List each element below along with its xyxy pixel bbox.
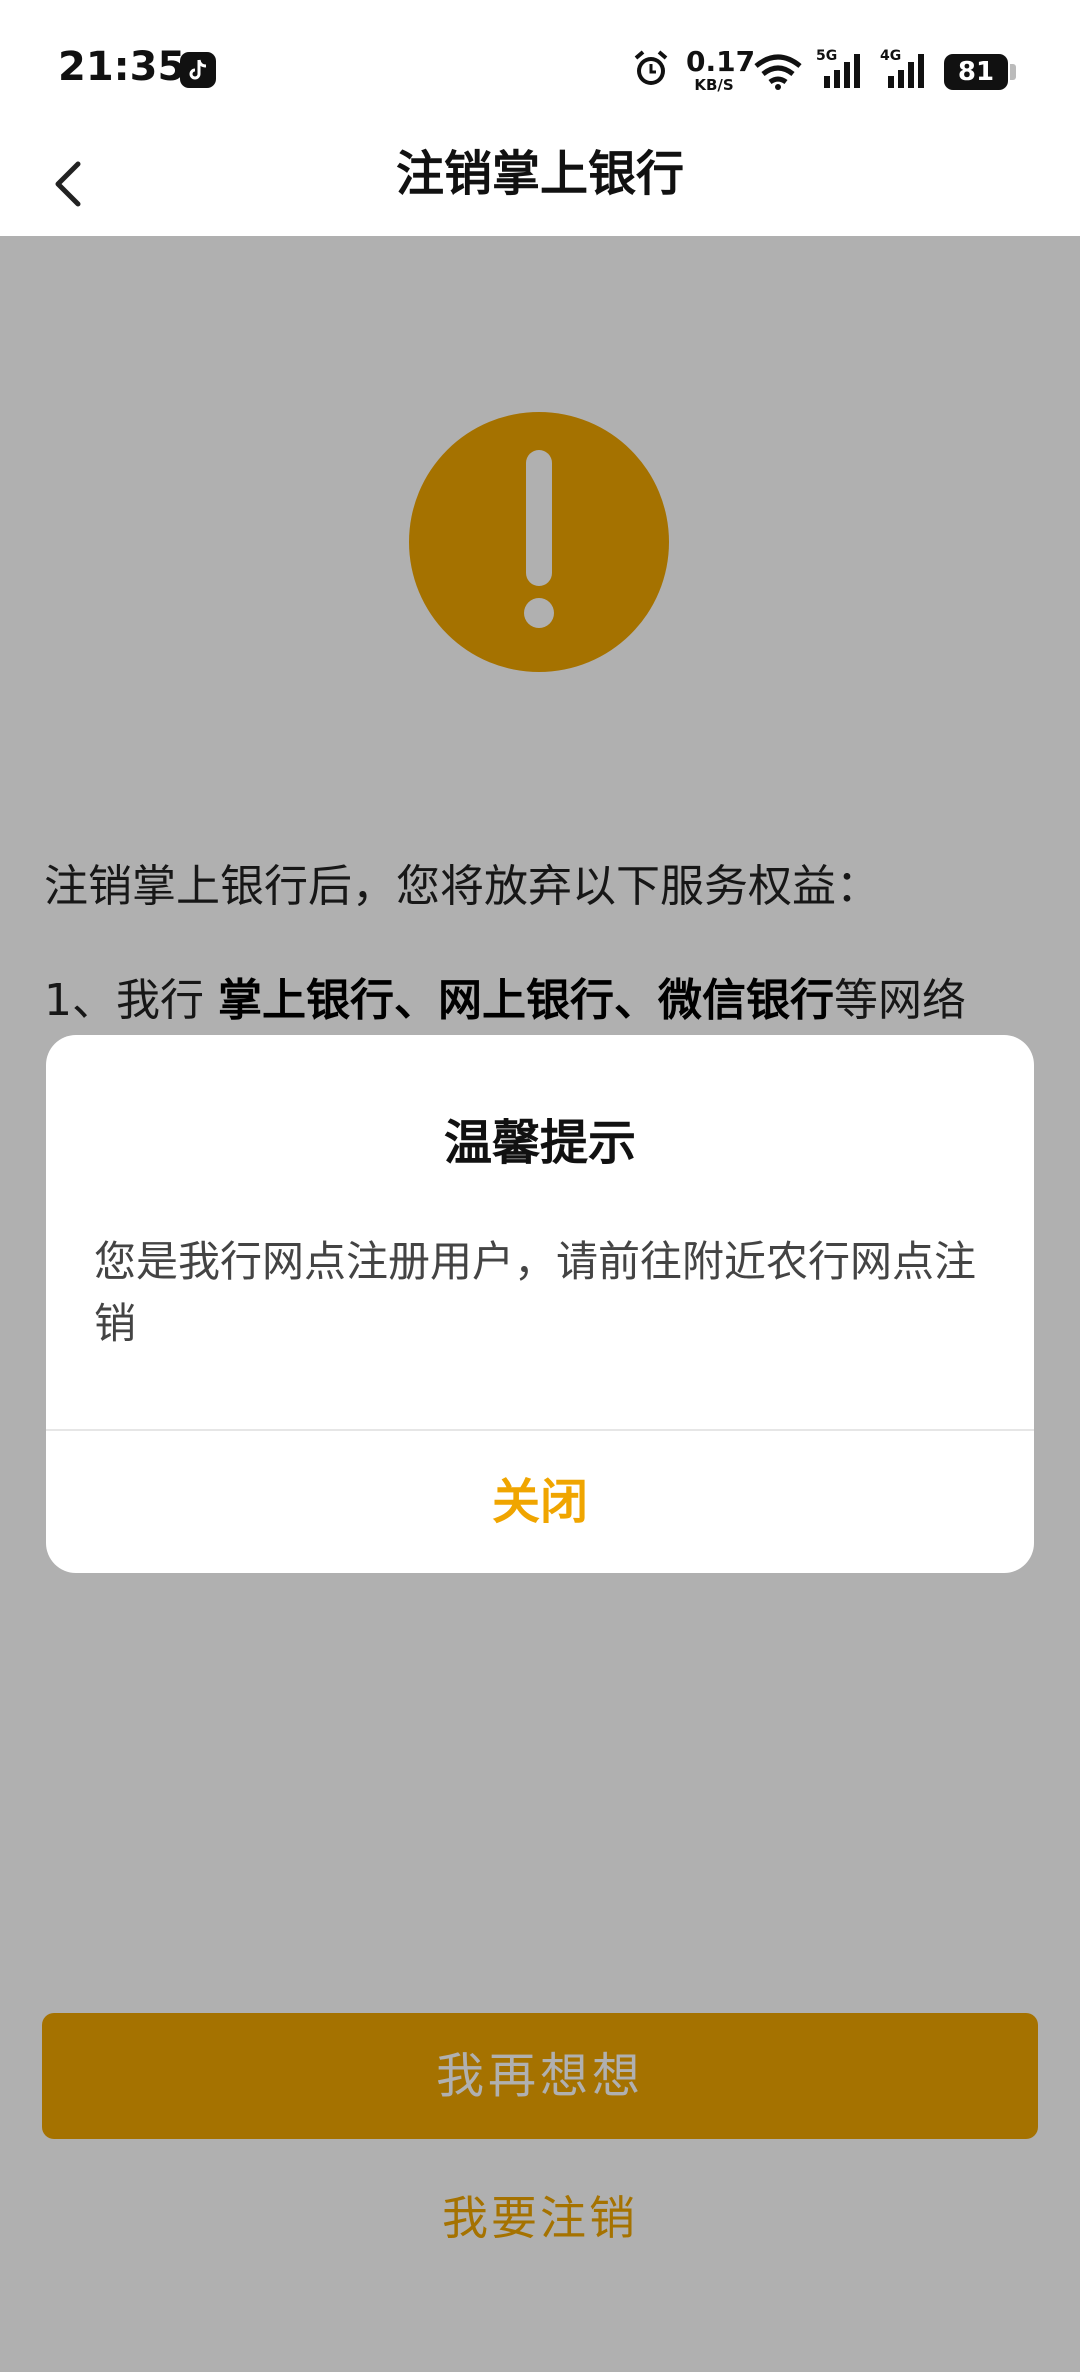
dialog-message: 您是我行网点注册用户，请前往附近农行网点注销 — [94, 1237, 977, 1348]
network-speed-value: 0.17 — [686, 45, 756, 78]
battery-level: 81 — [957, 57, 995, 87]
header: 注销掌上银行 — [0, 138, 1080, 236]
battery-icon: 81 — [944, 54, 1008, 90]
status-time: 21:35 — [58, 44, 186, 90]
page-title: 注销掌上银行 — [395, 146, 684, 202]
wifi-icon — [752, 52, 804, 96]
battery-nub — [1010, 64, 1016, 80]
tiktok-icon — [180, 52, 216, 88]
signal-4g-icon: 4G — [880, 46, 934, 96]
dialog-close-button[interactable]: 关闭 — [46, 1431, 1034, 1573]
signal-5g-icon: 5G — [816, 46, 870, 96]
alarm-icon — [630, 48, 672, 94]
screen: 21:35 0.17 KB/S 5G 4G 81 注销掌上银行 注销掌上银行后，… — [0, 0, 1080, 2372]
signal-5g-label: 5G — [816, 48, 837, 64]
tip-dialog: 温馨提示 您是我行网点注册用户，请前往附近农行网点注销 关闭 — [46, 1035, 1034, 1573]
network-speed-unit: KB/S — [694, 76, 734, 94]
signal-4g-label: 4G — [880, 48, 901, 64]
network-speed: 0.17 KB/S — [686, 45, 756, 94]
dialog-title: 温馨提示 — [443, 1115, 636, 1171]
status-bar: 21:35 0.17 KB/S 5G 4G 81 — [0, 0, 1080, 138]
